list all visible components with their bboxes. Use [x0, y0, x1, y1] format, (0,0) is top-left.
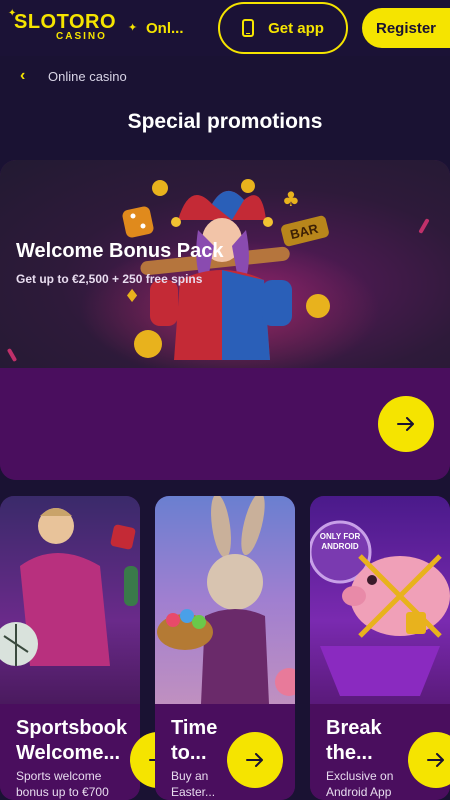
- phone-icon: [242, 19, 255, 37]
- logo-subtitle: CASINO: [56, 31, 107, 42]
- breadcrumb-label[interactable]: Online casino: [48, 69, 127, 84]
- top-header: ✦ SLOTORO CASINO ✦ Onl... Get app Regist…: [0, 0, 450, 56]
- register-button[interactable]: Register: [362, 8, 450, 48]
- logo-brand: SLOTORO: [14, 11, 117, 33]
- arrow-right-icon: [427, 753, 444, 767]
- arrow-right-icon: [246, 753, 263, 767]
- online-casino-link[interactable]: ✦ Onl...: [128, 18, 184, 38]
- jester-artwork: ♣ ♦: [7, 179, 429, 380]
- sportsbook-desc: Sports welcome bonus up to €700: [16, 769, 109, 799]
- piggy-artwork: [310, 520, 450, 696]
- welcome-bonus-title: Welcome Bonus Pack: [16, 240, 224, 262]
- bunny-illustration: [155, 496, 295, 704]
- soccer-player-illustration: [0, 496, 140, 704]
- sportsbook-title: Sportsbook Welcome...: [16, 717, 128, 764]
- easter-arrow-button[interactable]: [227, 732, 283, 788]
- get-app-button[interactable]: Get app: [218, 2, 348, 54]
- spin-icon: ✦: [128, 22, 138, 34]
- sportsbook-card[interactable]: Sportsbook Welcome... Sports welcome bon…: [0, 496, 140, 800]
- page-title: Special promotions: [127, 110, 323, 133]
- soccer-artwork: [0, 508, 138, 666]
- breadcrumb[interactable]: ‹ Online casino: [20, 66, 127, 86]
- jester-illustration: ♣ ♦ BAR: [0, 160, 450, 380]
- chevron-left-icon[interactable]: ‹: [20, 67, 30, 85]
- svg-text:♣: ♣: [282, 187, 300, 211]
- arrow-right-icon: [397, 417, 414, 431]
- welcome-bonus-arrow-button[interactable]: [378, 396, 434, 452]
- svg-text:♦: ♦: [124, 286, 140, 307]
- piggy-bank-illustration: ONLY FOR ANDROID: [310, 496, 450, 704]
- bunny-artwork: [157, 496, 295, 704]
- welcome-bonus-subtitle: Get up to €2,500 + 250 free spins: [16, 272, 203, 286]
- slotoro-logo[interactable]: ✦ SLOTORO CASINO: [8, 9, 116, 46]
- android-badge-text: ONLY FOR ANDROID: [319, 532, 361, 551]
- online-label: Onl...: [146, 19, 184, 37]
- get-app-label: Get app: [268, 19, 324, 37]
